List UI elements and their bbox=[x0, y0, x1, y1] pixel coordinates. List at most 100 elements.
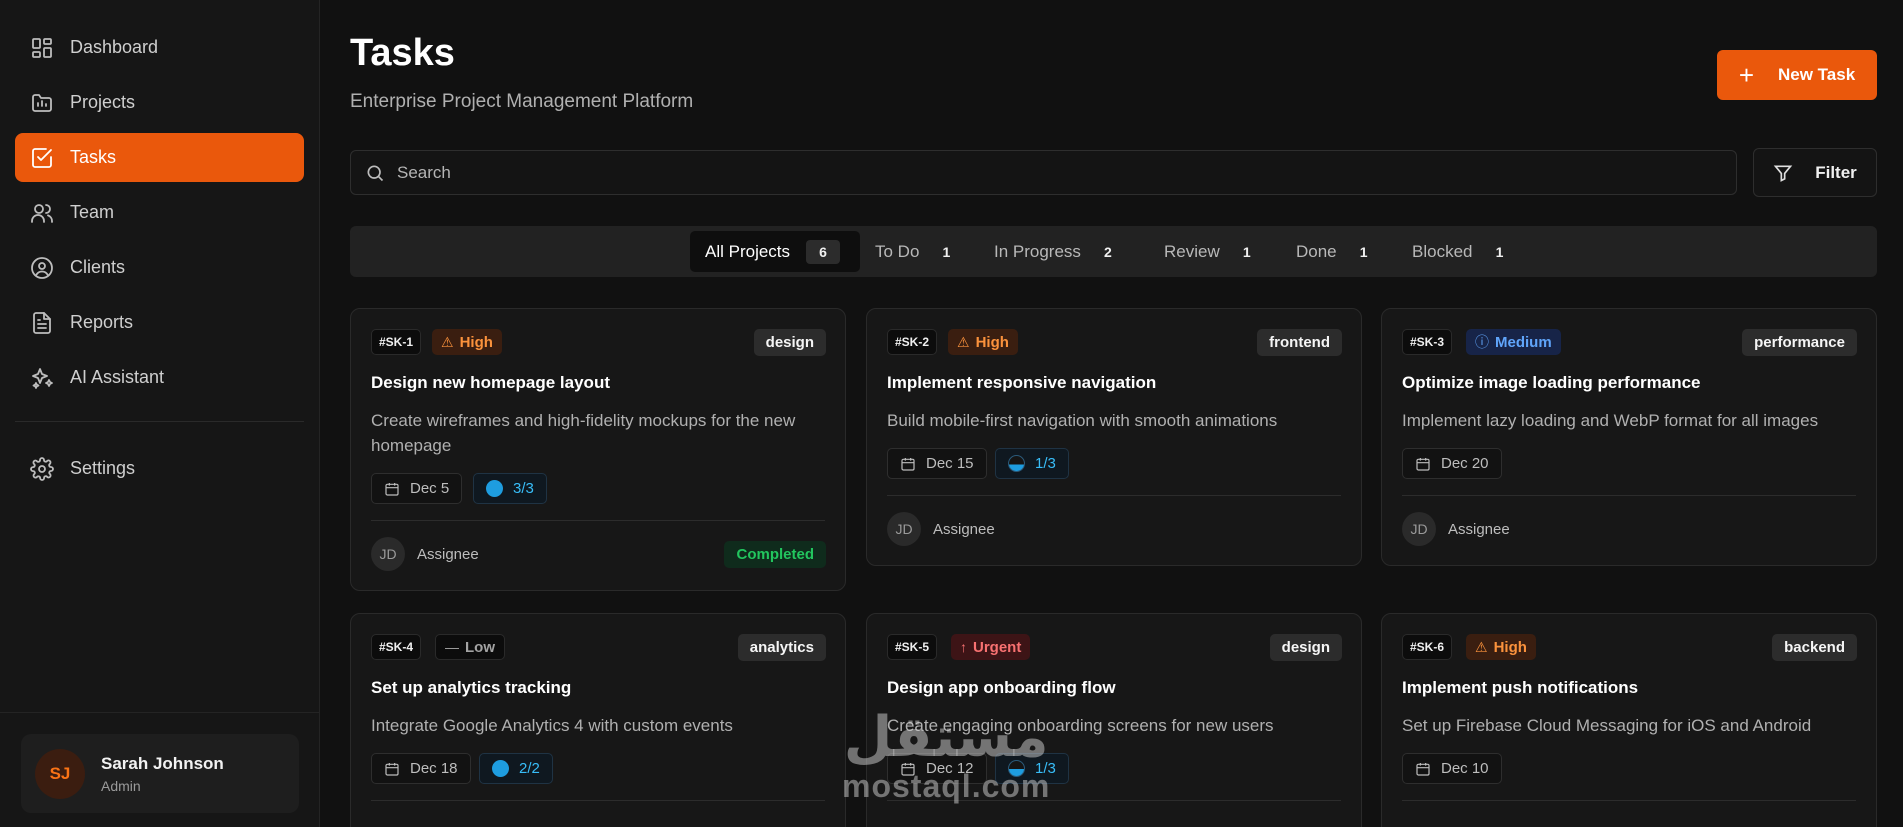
card-divider bbox=[371, 520, 825, 521]
warning-icon: ⚠ bbox=[957, 333, 970, 350]
task-description: Set up Firebase Cloud Messaging for iOS … bbox=[1402, 716, 1812, 735]
tab-review[interactable]: Review 1 bbox=[1149, 231, 1258, 272]
calendar-icon bbox=[901, 762, 915, 776]
task-id: #SK-2 bbox=[887, 329, 938, 355]
task-card[interactable]: #SK-6 ⚠ High backend Implement push noti… bbox=[1381, 613, 1877, 827]
priority-badge: ⚠ High bbox=[432, 329, 502, 355]
card-divider bbox=[887, 495, 1341, 496]
user-circle-icon bbox=[31, 256, 53, 279]
search-input[interactable] bbox=[397, 162, 1697, 183]
task-id: #SK-6 bbox=[1402, 634, 1453, 660]
task-card[interactable]: #SK-1 ⚠ High design Design new homepage … bbox=[350, 308, 846, 591]
priority-badge: ↑ Urgent bbox=[951, 634, 1031, 660]
avatar: SJ bbox=[35, 748, 85, 799]
user-profile-card[interactable]: SJ Sarah Johnson Admin bbox=[21, 734, 299, 813]
tab-in-progress[interactable]: In Progress 2 bbox=[979, 231, 1119, 272]
task-title: Set up analytics tracking bbox=[371, 678, 572, 697]
due-date-chip: Dec 12 bbox=[887, 753, 987, 784]
new-task-label: New Task bbox=[1778, 65, 1856, 84]
task-tag: design bbox=[753, 329, 826, 356]
sidebar-item-label: Reports bbox=[70, 312, 134, 332]
tab-label: In Progress bbox=[994, 241, 1081, 261]
subtasks-chip: 2/2 bbox=[479, 753, 553, 784]
new-task-button[interactable]: + New Task bbox=[1717, 50, 1877, 100]
card-divider bbox=[1402, 495, 1856, 496]
task-description: Implement lazy loading and WebP format f… bbox=[1402, 411, 1819, 430]
due-date-chip: Dec 5 bbox=[371, 473, 463, 504]
avatar: JD bbox=[1402, 512, 1436, 546]
sidebar-item-label: Team bbox=[70, 202, 115, 222]
sidebar-divider bbox=[15, 421, 304, 422]
card-divider bbox=[887, 800, 1341, 801]
document-icon bbox=[33, 311, 51, 334]
sidebar-item-tasks[interactable]: Tasks bbox=[15, 133, 304, 182]
subtasks-count: 3/3 bbox=[513, 480, 534, 497]
assignee-row: JD Assignee bbox=[1402, 512, 1510, 546]
priority-label: High bbox=[459, 333, 493, 351]
sidebar-item-reports[interactable]: Reports bbox=[15, 298, 304, 347]
warning-icon: ⚠ bbox=[441, 333, 454, 350]
sidebar-item-label: Projects bbox=[70, 92, 136, 112]
tab-label: All Projects bbox=[705, 241, 791, 261]
task-card[interactable]: #SK-3 ⓘ Medium performance Optimize imag… bbox=[1381, 308, 1877, 566]
user-name: Sarah Johnson bbox=[101, 753, 224, 773]
tab-all-projects[interactable]: All Projects 6 bbox=[690, 231, 860, 272]
tab-count: 2 bbox=[1104, 243, 1112, 260]
task-description: Integrate Google Analytics 4 with custom… bbox=[371, 716, 733, 735]
tab-label: Review bbox=[1164, 241, 1220, 261]
due-date-chip: Dec 18 bbox=[371, 753, 471, 784]
search-bar bbox=[350, 150, 1737, 195]
sidebar-item-clients[interactable]: Clients bbox=[15, 243, 304, 292]
priority-label: Medium bbox=[1495, 333, 1552, 351]
sidebar: Dashboard Projects Tasks Team Clients Re… bbox=[0, 0, 320, 827]
checkbox-icon bbox=[32, 147, 52, 168]
users-icon bbox=[31, 203, 53, 223]
progress-circle-icon bbox=[1008, 455, 1025, 472]
priority-badge: ⓘ Medium bbox=[1466, 329, 1561, 355]
tab-count: 6 bbox=[806, 239, 841, 264]
card-divider bbox=[371, 800, 825, 801]
task-title: Design app onboarding flow bbox=[887, 678, 1116, 697]
task-title: Implement responsive navigation bbox=[887, 373, 1157, 392]
subtasks-count: 2/2 bbox=[519, 760, 540, 777]
tab-done[interactable]: Done 1 bbox=[1281, 231, 1375, 272]
sidebar-item-ai-assistant[interactable]: AI Assistant bbox=[15, 353, 304, 402]
subtasks-chip: 3/3 bbox=[473, 473, 547, 504]
plus-icon: + bbox=[1738, 60, 1754, 90]
priority-label: Low bbox=[465, 638, 495, 656]
tab-blocked[interactable]: Blocked 1 bbox=[1397, 231, 1510, 272]
tab-count: 1 bbox=[1495, 243, 1504, 260]
task-tag: performance bbox=[1742, 329, 1857, 356]
warning-icon: ⚠ bbox=[1475, 638, 1488, 655]
sidebar-item-label: Settings bbox=[70, 458, 136, 478]
sidebar-item-dashboard[interactable]: Dashboard bbox=[15, 23, 304, 72]
sidebar-item-label: Tasks bbox=[70, 147, 117, 167]
task-card[interactable]: #SK-5 ↑ Urgent design Design app onboard… bbox=[866, 613, 1362, 827]
tab-label: Done bbox=[1296, 241, 1337, 261]
sidebar-item-team[interactable]: Team bbox=[15, 188, 304, 237]
task-title: Implement push notifications bbox=[1402, 678, 1639, 697]
filter-label: Filter bbox=[1815, 162, 1857, 182]
tab-to-do[interactable]: To Do 1 bbox=[860, 231, 957, 272]
info-circle-icon: ⓘ bbox=[1475, 334, 1489, 350]
sidebar-footer-divider bbox=[0, 712, 320, 713]
sidebar-item-settings[interactable]: Settings bbox=[15, 444, 304, 493]
sidebar-item-label: Clients bbox=[70, 257, 126, 277]
task-description: Build mobile-first navigation with smoot… bbox=[887, 411, 1278, 430]
subtasks-count: 1/3 bbox=[1035, 455, 1056, 472]
filter-button[interactable]: Filter bbox=[1753, 148, 1877, 197]
search-icon bbox=[367, 165, 384, 181]
due-date-chip: Dec 15 bbox=[887, 448, 987, 479]
task-card[interactable]: #SK-4 — Low analytics Set up analytics t… bbox=[350, 613, 846, 827]
progress-circle-icon bbox=[486, 480, 503, 497]
due-date: Dec 12 bbox=[926, 760, 974, 777]
task-card[interactable]: #SK-2 ⚠ High frontend Implement responsi… bbox=[866, 308, 1362, 566]
due-date: Dec 15 bbox=[926, 455, 974, 472]
assignee-label: Assignee bbox=[417, 545, 479, 563]
priority-label: High bbox=[1493, 638, 1527, 656]
task-tag: design bbox=[1269, 634, 1342, 661]
subtasks-chip: 1/3 bbox=[995, 448, 1069, 479]
arrow-up-icon: ↑ bbox=[960, 639, 967, 655]
sidebar-item-projects[interactable]: Projects bbox=[15, 78, 304, 127]
priority-badge: — Low bbox=[435, 634, 505, 660]
